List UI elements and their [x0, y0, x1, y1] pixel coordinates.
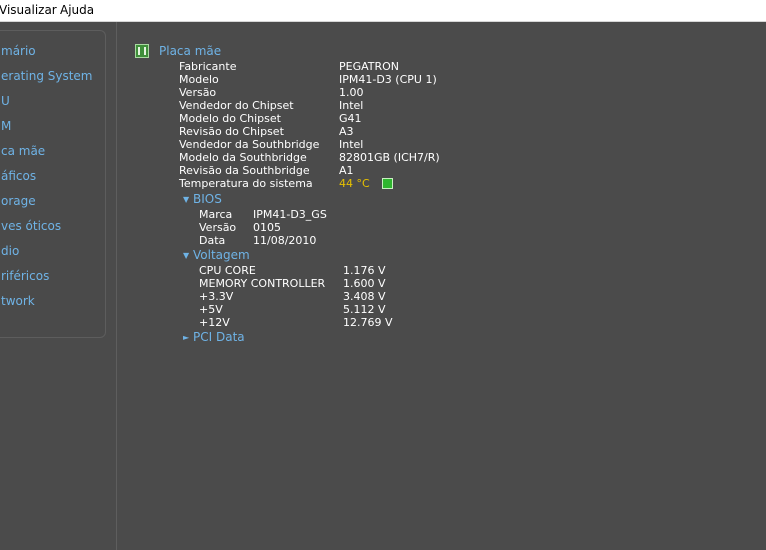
temperature-status-icon	[382, 178, 393, 189]
property-value: G41	[339, 112, 362, 125]
sidebar-item-audio[interactable]: dio	[1, 244, 19, 258]
sidebar-item-ram[interactable]: M	[1, 119, 11, 133]
voltage-label: +5V	[199, 303, 223, 316]
bios-value: 0105	[253, 221, 281, 234]
section-title: Placa mãe	[159, 44, 222, 58]
property-label: Revisão da Southbridge	[179, 164, 310, 177]
sidebar: mário erating System U M ca mãe áficos o…	[0, 22, 117, 550]
property-label: Fabricante	[179, 60, 237, 73]
details-pane: Placa mãe Fabricante PEGATRON Modelo IPM…	[117, 22, 766, 550]
pci-data-section-title: PCI Data	[193, 330, 245, 344]
property-value: 82801GB (ICH7/R)	[339, 151, 440, 164]
property-label: Versão	[179, 86, 217, 99]
voltage-label: +3.3V	[199, 290, 234, 303]
property-label: Vendedor do Chipset	[179, 99, 294, 112]
pci-data-section-toggle[interactable]: ► PCI Data	[183, 330, 245, 344]
sidebar-item-peripherals[interactable]: riféricos	[1, 269, 49, 283]
voltage-value: 12.769 V	[343, 316, 393, 329]
sidebar-nav: mário erating System U M ca mãe áficos o…	[0, 30, 106, 338]
sidebar-item-graphics[interactable]: áficos	[1, 169, 36, 183]
motherboard-icon	[135, 44, 149, 58]
voltage-value: 1.600 V	[343, 277, 386, 290]
bios-label: Data	[199, 234, 226, 247]
sidebar-item-storage[interactable]: orage	[1, 194, 36, 208]
property-label: Revisão do Chipset	[179, 125, 284, 138]
property-value: PEGATRON	[339, 60, 400, 73]
voltage-value: 1.176 V	[343, 264, 386, 277]
bios-label: Marca	[199, 208, 233, 221]
bios-label: Versão	[199, 221, 237, 234]
sidebar-item-motherboard[interactable]: ca mãe	[1, 144, 45, 158]
bios-value: IPM41-D3_GS	[253, 208, 327, 221]
expand-arrow-icon: ▼	[183, 251, 190, 260]
collapsed-arrow-icon: ►	[183, 333, 190, 342]
property-label: Temperatura do sistema	[179, 177, 313, 190]
bios-section-title: BIOS	[193, 192, 222, 206]
property-label: Modelo do Chipset	[179, 112, 281, 125]
menu-ajuda[interactable]: Ajuda	[60, 3, 94, 17]
voltage-value: 5.112 V	[343, 303, 386, 316]
menu-visualizar[interactable]: Visualizar	[0, 3, 57, 17]
property-label: Modelo da Southbridge	[179, 151, 307, 164]
bios-value: 11/08/2010	[253, 234, 317, 247]
voltage-label: CPU CORE	[199, 264, 256, 277]
temperature-value: 44 °C	[339, 177, 370, 190]
voltagem-section-title: Voltagem	[193, 248, 250, 262]
property-value: 1.00	[339, 86, 364, 99]
property-value: A1	[339, 164, 354, 177]
sidebar-item-cpu[interactable]: U	[1, 94, 10, 108]
bios-section-toggle[interactable]: ▼ BIOS	[183, 192, 222, 206]
expand-arrow-icon: ▼	[183, 195, 190, 204]
menu-bar: Visualizar Ajuda	[0, 0, 766, 22]
property-value: A3	[339, 125, 354, 138]
voltage-label: MEMORY CONTROLLER	[199, 277, 326, 290]
sidebar-item-optical-drives[interactable]: ves óticos	[1, 219, 61, 233]
voltage-label: +12V	[199, 316, 230, 329]
sidebar-item-operating-system[interactable]: erating System	[1, 69, 93, 83]
voltage-value: 3.408 V	[343, 290, 386, 303]
property-value: IPM41-D3 (CPU 1)	[339, 73, 437, 86]
sidebar-item-summary[interactable]: mário	[1, 44, 36, 58]
voltagem-section-toggle[interactable]: ▼ Voltagem	[183, 248, 250, 262]
property-label: Vendedor da Southbridge	[179, 138, 320, 151]
sidebar-item-network[interactable]: twork	[1, 294, 35, 308]
property-value: Intel	[339, 99, 364, 112]
property-value: Intel	[339, 138, 364, 151]
property-label: Modelo	[179, 73, 219, 86]
